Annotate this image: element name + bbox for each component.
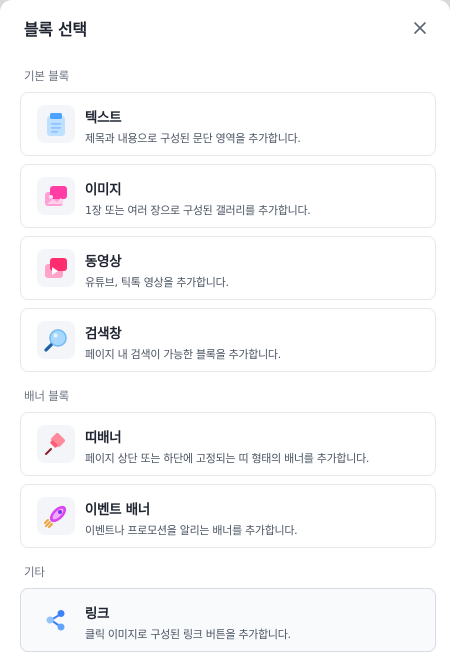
video-icon bbox=[37, 249, 75, 287]
block-item-image[interactable]: 이미지 1장 또는 여러 장으로 구성된 갤러리를 추가합니다. bbox=[20, 164, 436, 228]
close-icon bbox=[414, 22, 426, 34]
block-item-text[interactable]: 텍스트 제목과 내용으로 구성된 문단 영역을 추가합니다. bbox=[20, 92, 436, 156]
block-item-description: 페이지 상단 또는 하단에 고정되는 띠 형태의 배너를 추가합니다. bbox=[85, 452, 370, 465]
block-item-description: 페이지 내 검색이 가능한 블록을 추가합니다. bbox=[85, 348, 281, 361]
document-icon bbox=[37, 105, 75, 143]
block-item-link[interactable]: 링크 클릭 이미지로 구성된 링크 버튼을 추가합니다. bbox=[20, 588, 436, 652]
modal-title: 블록 선택 bbox=[24, 20, 87, 39]
block-item-title: 이벤트 배너 bbox=[85, 502, 150, 518]
block-select-modal: 블록 선택 기본 블록 텍스트 제목과 내용으로 구성된 문단 영역을 추가합니… bbox=[0, 0, 450, 656]
magnifier-icon bbox=[37, 321, 75, 359]
block-item-title: 띠배너 bbox=[85, 430, 122, 446]
section-label-banner: 배너 블록 bbox=[24, 389, 69, 403]
block-item-title: 링크 bbox=[85, 606, 110, 622]
close-button[interactable] bbox=[408, 16, 432, 40]
block-item-description: 제목과 내용으로 구성된 문단 영역을 추가합니다. bbox=[85, 132, 301, 145]
block-item-description: 클릭 이미지로 구성된 링크 버튼을 추가합니다. bbox=[85, 628, 291, 641]
section-label-etc: 기타 bbox=[24, 565, 45, 579]
block-item-title: 이미지 bbox=[85, 182, 122, 198]
image-gallery-icon bbox=[37, 177, 75, 215]
modal-header: 블록 선택 bbox=[0, 0, 450, 56]
section-label-basic: 기본 블록 bbox=[24, 69, 69, 83]
block-item-strip-banner[interactable]: 띠배너 페이지 상단 또는 하단에 고정되는 띠 형태의 배너를 추가합니다. bbox=[20, 412, 436, 476]
block-item-title: 검색창 bbox=[85, 326, 122, 342]
rocket-icon bbox=[37, 497, 75, 535]
block-item-title: 동영상 bbox=[85, 254, 122, 270]
block-item-video[interactable]: 동영상 유튜브, 틱톡 영상을 추가합니다. bbox=[20, 236, 436, 300]
block-item-description: 유튜브, 틱톡 영상을 추가합니다. bbox=[85, 276, 229, 289]
block-item-event-banner[interactable]: 이벤트 배너 이벤트나 프로모션을 알리는 배너를 추가합니다. bbox=[20, 484, 436, 548]
block-item-description: 이벤트나 프로모션을 알리는 배너를 추가합니다. bbox=[85, 524, 298, 537]
block-item-description: 1장 또는 여러 장으로 구성된 갤러리를 추가합니다. bbox=[85, 204, 311, 217]
share-link-icon bbox=[37, 601, 75, 639]
block-item-search[interactable]: 검색창 페이지 내 검색이 가능한 블록을 추가합니다. bbox=[20, 308, 436, 372]
block-item-title: 텍스트 bbox=[85, 110, 122, 126]
pin-icon bbox=[37, 425, 75, 463]
